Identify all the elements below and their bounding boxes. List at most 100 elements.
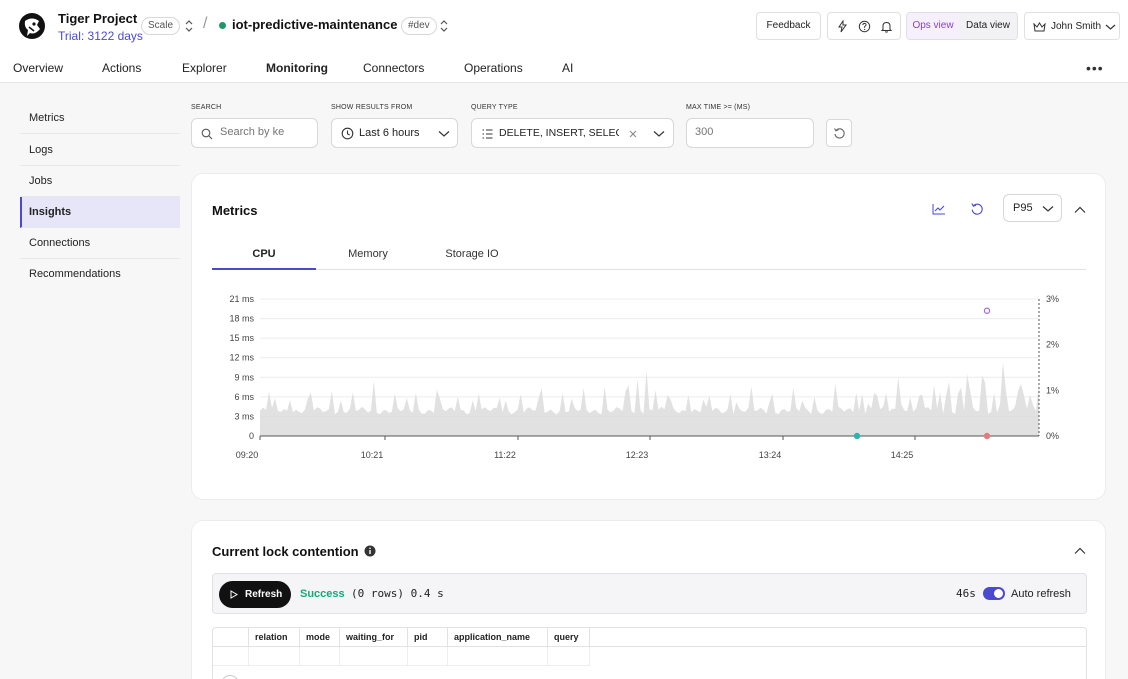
chevron-down-icon [1105,24,1116,30]
query-type-label: QUERY TYPE [471,104,518,111]
feedback-button[interactable]: Feedback [756,12,821,40]
sidebar-item-recommendations[interactable]: Recommendations [20,259,180,290]
subtab-cpu[interactable]: CPU [212,248,316,260]
data-view-option[interactable]: Data view [959,13,1017,39]
column-header-waiting-for[interactable]: waiting_for [340,628,408,647]
query-toolbar: Refresh Success (0 rows) 0.4 s 46s Auto … [212,573,1087,614]
table-cell [300,647,340,666]
table-cell [548,647,590,666]
refresh-timer: 46s [956,587,976,600]
table-cell [408,647,448,666]
row-select-checkbox[interactable] [221,675,239,679]
search-box [191,118,318,148]
clock-icon [341,127,354,140]
subtab-memory[interactable]: Memory [316,248,420,260]
auto-refresh-toggle[interactable] [983,587,1005,600]
chevron-down-icon [438,131,450,137]
project-switcher-icon[interactable] [184,19,194,33]
y2-tick-label: 0% [1046,431,1059,441]
user-name: John Smith [1051,21,1102,32]
cpu-area-series [260,362,1039,436]
sidebar-item-connections[interactable]: Connections [20,228,180,259]
project-title[interactable]: Tiger Project [58,11,137,26]
ops-view-option[interactable]: Ops view [907,13,959,39]
lock-contention-card: Current lock contention Refresh Success … [191,520,1106,679]
max-time-input[interactable] [695,126,805,138]
y2-tick-label: 2% [1046,340,1059,350]
refresh-label: Refresh [245,589,283,600]
header-icon-group [827,12,901,40]
sidebar-item-jobs[interactable]: Jobs [20,166,180,197]
time-range-value: Last 6 hours [359,127,420,139]
service-name[interactable]: iot-predictive-maintenance [232,17,397,32]
y-tick-label: 18 ms [229,314,254,324]
x-tick-label: 10:21 [361,450,384,460]
y-tick-label: 0 [249,431,254,441]
data-point-red [983,432,991,440]
subtab-divider [212,269,1086,270]
service-status-dot [219,22,226,29]
tab-ai[interactable]: AI [562,61,573,75]
refresh-button[interactable]: Refresh [219,581,291,608]
query-type-select[interactable]: DELETE, INSERT, SELEC [471,118,674,148]
sidebar-item-logs[interactable]: Logs [20,135,180,166]
help-icon[interactable] [858,20,871,33]
search-input[interactable] [220,126,312,138]
tab-operations[interactable]: Operations [464,61,523,75]
refresh-icon[interactable] [970,202,984,216]
query-row-info: (0 rows) 0.4 s [351,587,444,600]
main-tabs: Overview Actions Explorer Monitoring Con… [0,52,1128,83]
tab-actions[interactable]: Actions [102,61,141,75]
table-cell [340,647,408,666]
column-header-mode[interactable]: mode [300,628,340,647]
y-tick-label: 9 ms [234,372,254,382]
y-tick-label: 21 ms [229,294,254,304]
results-from-label: SHOW RESULTS FROM [331,104,413,111]
info-icon[interactable] [364,545,376,557]
bell-icon[interactable] [880,20,893,33]
table-row [213,647,249,666]
chart-type-icon[interactable] [932,203,946,215]
time-range-select[interactable]: Last 6 hours [331,118,458,148]
tab-monitoring[interactable]: Monitoring [266,61,328,75]
cpu-chart[interactable]: 0 3 ms 6 ms 9 ms 12 ms 15 ms 18 ms 21 ms 0% 1% 2% 3… [212,284,1087,469]
view-toggle: Ops view Data view [906,12,1018,40]
crown-icon [1033,22,1046,32]
percentile-value: P95 [1013,202,1033,214]
table-cell [448,647,548,666]
metrics-card: Metrics P95 CPU Memory Storage IO 0 3 ms 6… [191,173,1106,500]
clear-icon[interactable] [628,129,638,139]
data-point-purple [983,307,991,314]
collapse-chevron-icon[interactable] [1074,206,1086,214]
top-bar: Tiger Project Trial: 3122 days Scale / i… [0,0,1128,52]
tab-connectors[interactable]: Connectors [363,61,424,75]
y2-tick-label: 1% [1046,385,1059,395]
percentile-select[interactable]: P95 [1003,194,1062,222]
tab-overview[interactable]: Overview [13,61,63,75]
service-switcher-icon[interactable] [439,19,449,33]
subtab-storage-io[interactable]: Storage IO [420,248,524,260]
user-menu-button[interactable]: John Smith [1024,12,1120,40]
bolt-icon[interactable] [836,20,849,33]
metrics-title: Metrics [212,203,258,218]
tiger-logo-icon[interactable] [18,12,46,40]
x-tick-label: 11:22 [494,450,516,460]
sidebar-item-insights[interactable]: Insights [20,197,180,228]
breadcrumb-separator: / [203,15,208,32]
reset-icon [834,128,845,139]
subtab-active-indicator [212,268,316,270]
x-tick-label: 14:25 [891,450,914,460]
reset-filters-button[interactable] [826,119,852,147]
column-header-application-name[interactable]: application_name [448,628,548,647]
play-icon [230,590,238,599]
column-header-query[interactable]: query [548,628,590,647]
select-column-header [213,628,249,647]
column-header-pid[interactable]: pid [408,628,448,647]
sidebar-item-metrics[interactable]: Metrics [20,103,180,134]
y2-tick-label: 3% [1046,294,1059,304]
tab-explorer[interactable]: Explorer [182,61,227,75]
collapse-chevron-icon[interactable] [1074,547,1086,555]
column-header-relation[interactable]: relation [249,628,300,647]
more-options-icon[interactable]: ••• [1086,60,1104,76]
x-tick-label: 12:23 [626,450,649,460]
